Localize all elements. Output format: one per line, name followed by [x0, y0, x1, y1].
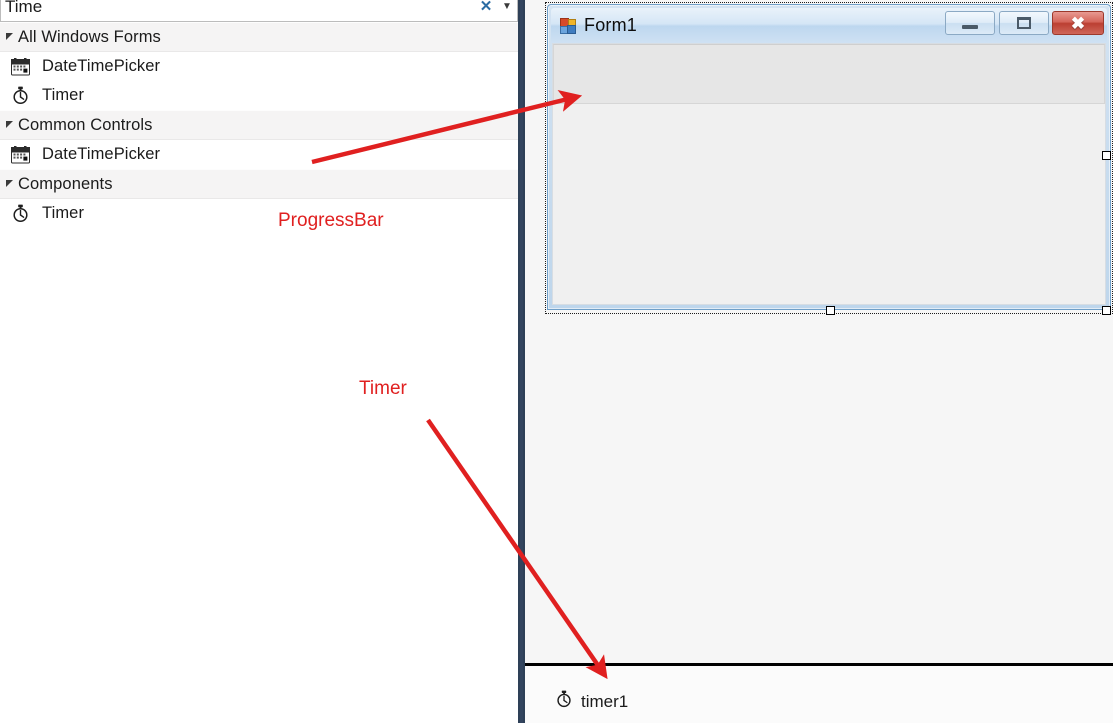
form-title-text: Form1	[584, 15, 638, 35]
form-window[interactable]: Form1 ✖	[547, 4, 1111, 310]
chevron-down-icon[interactable]: ▼	[497, 0, 517, 22]
form-client-area[interactable]	[552, 43, 1106, 305]
windows-form-icon	[560, 17, 577, 34]
panel-splitter[interactable]	[518, 0, 525, 723]
triangle-expanded-icon[interactable]	[0, 120, 18, 130]
toolbox-item-datetimepicker[interactable]: DateTimePicker	[0, 140, 518, 169]
toolbox-group-components[interactable]: Components	[0, 169, 518, 199]
timer-stopwatch-icon	[555, 690, 573, 713]
timer-stopwatch-icon	[0, 86, 40, 105]
toolbox-group-common-controls[interactable]: Common Controls	[0, 110, 518, 140]
toolbox-item-label: Timer	[42, 86, 85, 104]
resize-handle-right[interactable]	[1102, 151, 1111, 160]
triangle-expanded-icon[interactable]	[0, 32, 18, 42]
resize-handle-corner[interactable]	[1102, 306, 1111, 315]
form-title-bar[interactable]: Form1 ✖	[551, 8, 1107, 43]
toolbox-search-box[interactable]: Time ✕ ▼	[0, 0, 518, 22]
close-button[interactable]: ✖	[1052, 11, 1104, 35]
search-input[interactable]: Time	[1, 0, 475, 22]
component-tray[interactable]: timer1	[525, 666, 1113, 723]
resize-handle-bottom[interactable]	[826, 306, 835, 315]
close-icon: ✖	[1070, 13, 1086, 33]
toolbox-group-label: All Windows Forms	[18, 27, 161, 46]
toolbox-panel: Time ✕ ▼ All Windows Forms DateTimePicke…	[0, 0, 518, 723]
toolbox-item-label: DateTimePicker	[42, 57, 161, 75]
splitter-inner	[520, 0, 523, 723]
toolbox-item-datetimepicker[interactable]: DateTimePicker	[0, 52, 518, 81]
datetimepicker-calendar-icon	[0, 57, 40, 76]
toolbox-item-label: Timer	[42, 204, 85, 222]
clear-x-icon[interactable]: ✕	[475, 0, 497, 22]
maximize-button[interactable]	[999, 11, 1049, 35]
component-tray-item-label: timer1	[581, 691, 629, 711]
toolbox-item-label: DateTimePicker	[42, 145, 161, 163]
toolbox-group-label: Components	[18, 174, 113, 193]
timer-stopwatch-icon	[0, 204, 40, 223]
toolbox-item-timer[interactable]: Timer	[0, 81, 518, 110]
minimize-button[interactable]	[945, 11, 995, 35]
triangle-expanded-icon[interactable]	[0, 179, 18, 189]
toolbox-group-all-windows-forms[interactable]: All Windows Forms	[0, 22, 518, 52]
toolbox-tree: All Windows Forms DateTimePicker Timer C…	[0, 22, 518, 723]
maximize-icon	[1017, 17, 1031, 29]
toolbox-group-label: Common Controls	[18, 115, 153, 134]
toolbox-item-timer[interactable]: Timer	[0, 199, 518, 228]
datetimepicker-calendar-icon	[0, 145, 40, 164]
form-designer-surface[interactable]: Form1 ✖ timer1	[525, 0, 1113, 723]
component-tray-item-timer1[interactable]: timer1	[555, 690, 628, 713]
minimize-icon	[962, 25, 978, 29]
progressbar-control[interactable]	[553, 44, 1105, 104]
